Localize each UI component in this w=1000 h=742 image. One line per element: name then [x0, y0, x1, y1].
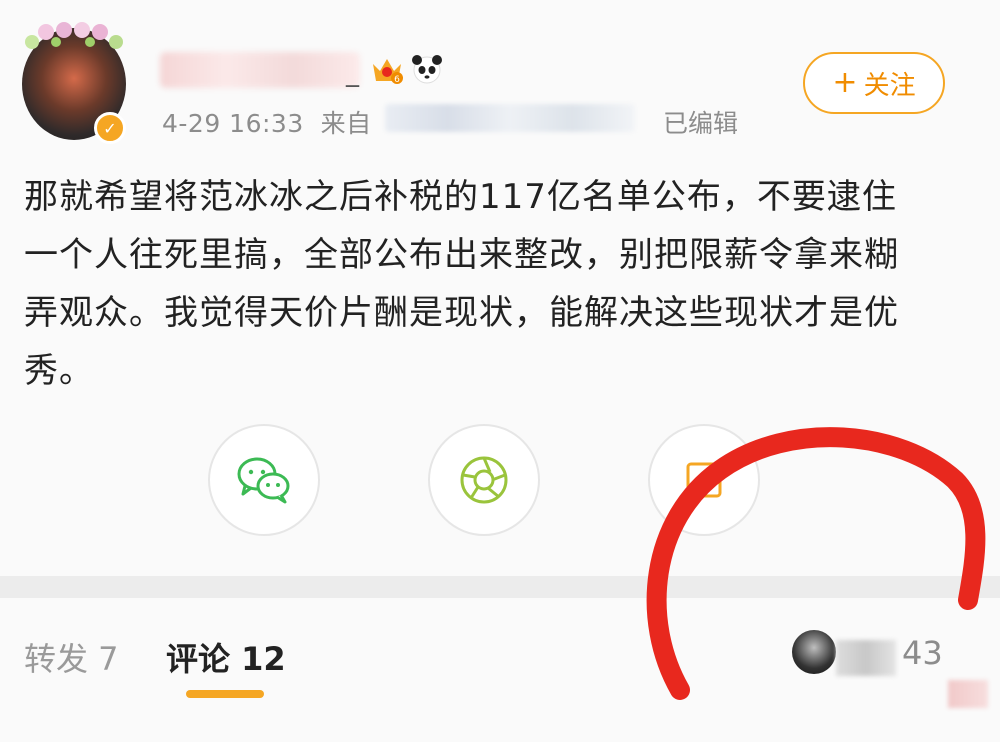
plus-icon: +: [832, 65, 858, 100]
post-timestamp: 4-29 16:33: [162, 109, 304, 138]
liker-avatar[interactable]: [792, 630, 836, 674]
follow-label: 关注: [863, 70, 916, 101]
like-count[interactable]: 43: [902, 634, 943, 672]
avatar-flower-decoration: [25, 22, 123, 49]
username-blurred[interactable]: [160, 52, 360, 88]
weibo-post-card: ✓ _ 6 4-29 16:33 来自 已编辑 + 关注 那就希望将范冰冰之后补…: [0, 0, 1000, 742]
panda-badge-icon: [412, 55, 442, 84]
share-image-button[interactable]: [648, 424, 760, 536]
image-share-icon: [686, 462, 722, 498]
share-wechat-button[interactable]: [208, 424, 320, 536]
tab-active-indicator: [186, 690, 264, 698]
username-suffix: _: [346, 58, 359, 88]
section-divider: [0, 576, 1000, 598]
verified-badge: ✓: [94, 112, 126, 144]
likers-blurred: [836, 640, 896, 676]
post-source-blurred: [385, 104, 635, 132]
post-source-prefix: 来自: [320, 109, 372, 138]
crown-level-icon: 6: [373, 59, 403, 85]
post-meta: 4-29 16:33 来自: [162, 104, 372, 140]
watermark-blur: [948, 680, 988, 708]
tab-comment[interactable]: 评论 12: [166, 634, 286, 680]
wechat-icon: [237, 457, 290, 504]
moments-icon: [460, 456, 508, 504]
share-moments-button[interactable]: [428, 424, 540, 536]
post-text: 那就希望将范冰冰之后补税的117亿名单公布，不要逮住一个人往死里搞，全部公布出来…: [24, 177, 899, 391]
follow-button[interactable]: + 关注: [803, 52, 945, 114]
crown-level-number: 6: [394, 75, 400, 85]
tab-repost[interactable]: 转发 7: [24, 634, 119, 680]
edited-label: 已编辑: [663, 109, 739, 138]
